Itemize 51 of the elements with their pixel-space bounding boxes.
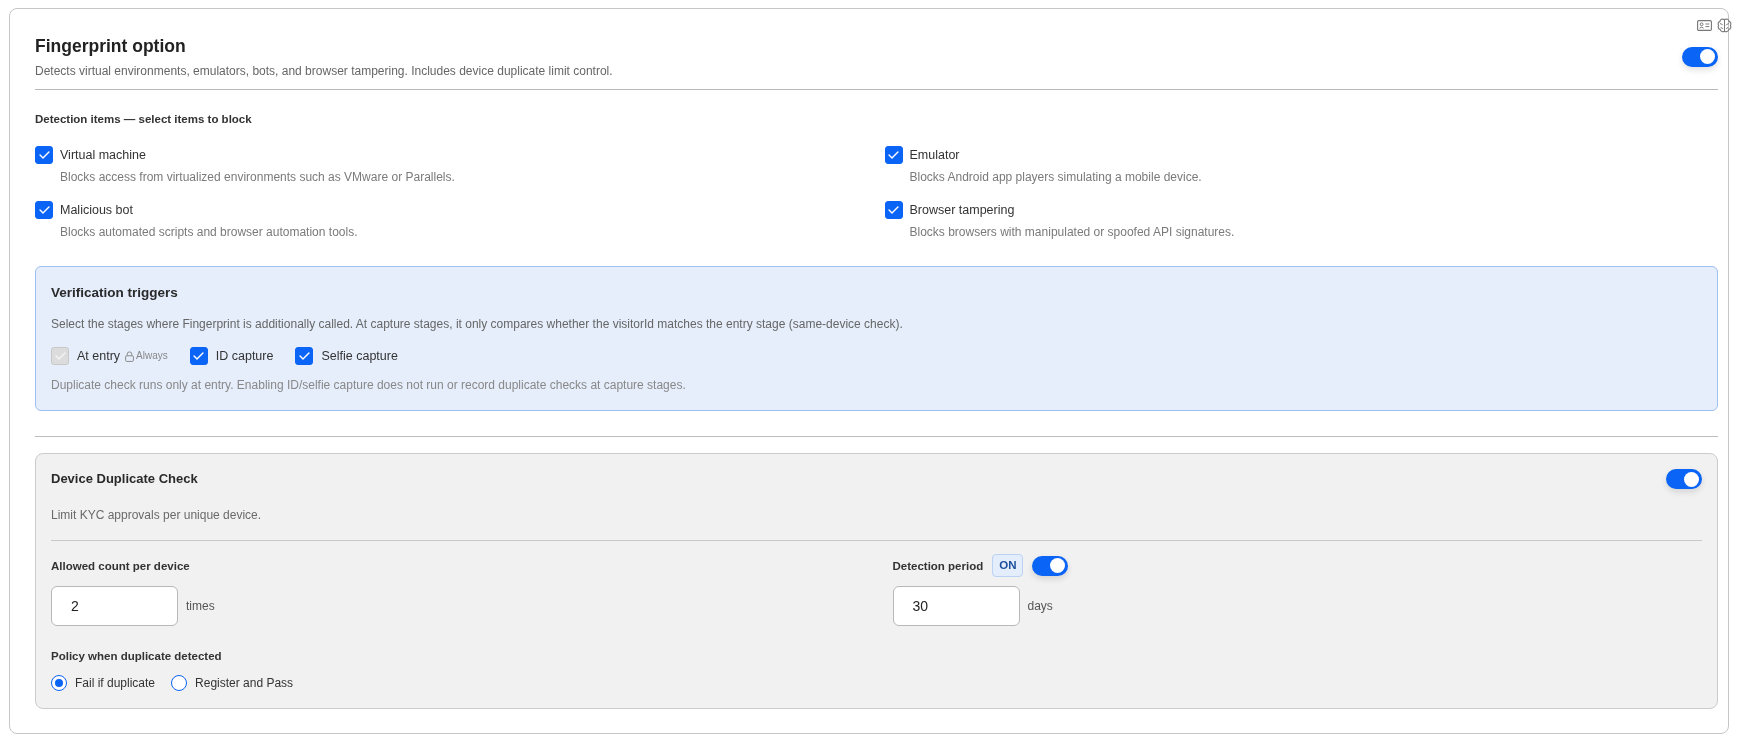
check-icon — [888, 151, 899, 159]
brain-icon[interactable] — [1717, 18, 1732, 33]
panel-title: Verification triggers — [51, 284, 179, 302]
section-description: Detects virtual environments, emulators, bots, and browser tampering. Includes device duplicate limit control. — [35, 63, 613, 79]
stage-label: ID capture — [215, 348, 274, 364]
status-badge: ON — [992, 554, 1024, 577]
field-label: Detection period — [892, 558, 984, 574]
detection-heading: Detection items — select items to block — [35, 112, 253, 127]
checkbox[interactable] — [884, 201, 903, 219]
checkbox[interactable] — [35, 201, 53, 219]
section-title: Fingerprint option — [35, 35, 187, 58]
radio-label: Register and Pass — [195, 675, 294, 691]
panel-title: Device Duplicate Check — [51, 470, 198, 488]
radio-button[interactable] — [171, 675, 188, 691]
check-icon — [38, 151, 50, 159]
check-icon — [193, 352, 205, 360]
radio-label: Fail if duplicate — [75, 675, 156, 691]
item-description: Blocks Android app players simulating a mobile device. — [909, 169, 1203, 185]
item-description: Blocks automated scripts and browser automation tools. — [60, 224, 359, 240]
check-icon — [888, 206, 899, 214]
panel-description: Select the stages where Fingerprint is additionally called. At capture stages, it only compares whether the visitorId matches the entry stage (same-device check). — [51, 316, 904, 332]
always-label: Always — [136, 349, 168, 363]
radio-button[interactable] — [51, 675, 67, 691]
item-description: Blocks access from virtualized environments such as VMware or Parallels. — [60, 169, 456, 185]
check-icon — [54, 352, 66, 360]
field-label: Allowed count per device — [51, 558, 190, 574]
unit-label: times — [186, 598, 215, 614]
lock-icon — [125, 350, 135, 362]
item-label: Malicious bot — [60, 202, 133, 218]
check-icon — [38, 206, 50, 214]
item-label: Virtual machine — [60, 147, 146, 163]
item-description: Blocks browsers with manipulated or spoofed API signatures. — [909, 224, 1236, 240]
period-input-field[interactable]: 30 — [892, 586, 1020, 626]
checkbox[interactable] — [884, 146, 903, 164]
toggle-switch[interactable] — [1666, 469, 1702, 489]
stage-label: At entry — [77, 348, 121, 364]
check-icon — [298, 352, 310, 360]
checkbox[interactable] — [189, 347, 208, 365]
checkbox[interactable] — [295, 347, 314, 365]
panel-note: Duplicate check runs only at entry. Enabling ID/selfie capture does not run or record duplicate checks at capture stages. — [51, 377, 687, 393]
id-card-icon[interactable] — [1697, 20, 1712, 31]
checkbox[interactable] — [35, 146, 53, 164]
unit-label: days — [1027, 598, 1053, 614]
item-label: Emulator — [909, 147, 960, 163]
field-label: Policy when duplicate detected — [51, 649, 223, 664]
toggle-switch[interactable] — [1032, 555, 1069, 576]
panel-description: Limit KYC approvals per unique device. — [51, 507, 1702, 541]
item-label: Browser tampering — [909, 202, 1015, 218]
stage-label: Selfie capture — [321, 348, 398, 364]
count-input-field[interactable]: 2 — [51, 586, 178, 626]
toggle-switch[interactable] — [1682, 46, 1718, 67]
